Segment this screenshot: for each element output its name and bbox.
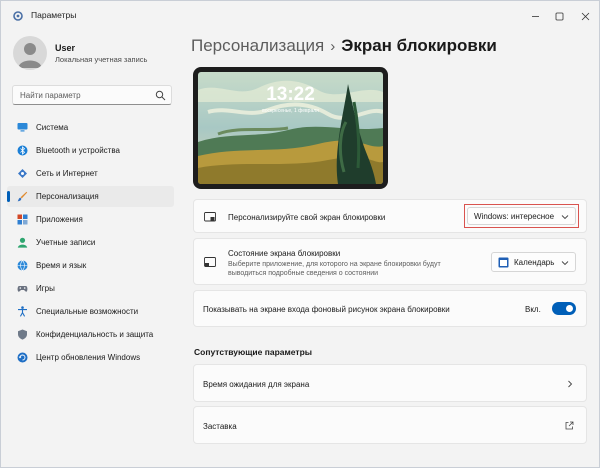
lock-screen-status-label: Состояние экрана блокировки	[228, 249, 341, 258]
breadcrumb: Персонализация › Экран блокировки	[191, 36, 497, 56]
sidebar-item-label: Приложения	[36, 215, 83, 224]
title-bar: Параметры	[1, 1, 599, 31]
calendar-icon	[498, 257, 509, 268]
sidebar-item-system[interactable]: Система	[7, 117, 174, 138]
screen-timeout-label: Время ожидания для экрана	[203, 380, 310, 389]
sidebar-item-label: Персонализация	[36, 192, 99, 201]
settings-window: Параметры User Локальная учетная запись …	[0, 0, 600, 468]
person-icon	[17, 237, 28, 248]
sidebar-item-windows-update[interactable]: Центр обновления Windows	[7, 347, 174, 368]
sidebar-item-label: Система	[36, 123, 69, 132]
search-placeholder: Найти параметр	[20, 91, 81, 100]
chevron-right-icon	[568, 380, 573, 388]
sidebar-item-bluetooth[interactable]: Bluetooth и устройства	[7, 140, 174, 161]
signin-background-label: Показывать на экране входа фоновый рисун…	[203, 305, 450, 314]
status-app-value: Календарь	[514, 258, 555, 267]
avatar[interactable]	[13, 36, 47, 70]
sidebar-item-label: Специальные возможности	[36, 307, 139, 316]
user-avatar-icon	[18, 43, 42, 68]
user-name: User	[55, 43, 76, 53]
external-link-icon	[565, 421, 574, 430]
signin-background-toggle[interactable]	[552, 302, 576, 315]
sidebar-item-label: Время и язык	[36, 261, 87, 270]
settings-app-icon	[13, 11, 23, 21]
account-type: Локальная учетная запись	[55, 55, 148, 64]
globe-clock-icon	[17, 260, 28, 271]
sidebar-item-label: Центр обновления Windows	[36, 353, 141, 362]
sidebar-item-gaming[interactable]: Игры	[7, 278, 174, 299]
lock-screen-preview: 13:22 воскресенье, 1 февраля	[193, 67, 388, 189]
close-icon	[581, 12, 589, 20]
personalize-lock-screen-label: Персонализируйте свой экран блокировки	[228, 213, 386, 222]
lock-screen-wallpaper: 13:22 воскресенье, 1 февраля	[198, 72, 383, 184]
update-icon	[17, 352, 28, 363]
monitor-icon	[17, 123, 28, 132]
lock-screen-date: воскресенье, 1 февраля	[262, 108, 319, 114]
screensaver-label: Заставка	[203, 422, 237, 431]
related-settings-title: Сопутствующие параметры	[194, 347, 313, 357]
sidebar-item-label: Учетные записи	[36, 238, 96, 247]
sidebar-item-label: Конфиденциальность и защита	[36, 330, 154, 339]
page-title: Экран блокировки	[341, 36, 497, 55]
sidebar-item-accounts[interactable]: Учетные записи	[7, 232, 174, 253]
sidebar-item-personalization[interactable]: Персонализация	[7, 186, 174, 207]
sidebar-item-accessibility[interactable]: Специальные возможности	[7, 301, 174, 322]
window-title: Параметры	[31, 10, 77, 20]
signin-background-state: Вкл.	[525, 305, 541, 314]
status-app-dropdown[interactable]: Календарь	[491, 252, 576, 272]
toggle-knob	[566, 305, 573, 312]
screensaver-link[interactable]: Заставка	[193, 406, 587, 444]
sidebar-item-label: Игры	[36, 284, 55, 293]
brush-icon	[17, 191, 28, 202]
breadcrumb-parent[interactable]: Персонализация	[191, 36, 324, 55]
apps-icon	[17, 214, 28, 225]
accessibility-icon	[18, 306, 27, 317]
sidebar-item-label: Сеть и Интернет	[36, 169, 98, 178]
shield-icon	[18, 329, 27, 340]
bluetooth-icon	[17, 145, 28, 156]
active-indicator	[7, 191, 10, 202]
search-input[interactable]: Найти параметр	[12, 85, 172, 105]
lock-screen-icon	[204, 212, 216, 222]
search-icon[interactable]	[155, 90, 166, 101]
sidebar-item-network[interactable]: Сеть и Интернет	[7, 163, 174, 184]
breadcrumb-separator: ›	[330, 38, 336, 55]
sidebar-item-privacy[interactable]: Конфиденциальность и защита	[7, 324, 174, 345]
chevron-down-icon	[561, 261, 569, 266]
network-icon	[18, 169, 27, 178]
lock-screen-status-description: Выберите приложение, для которого на экр…	[228, 261, 441, 277]
screen-timeout-link[interactable]: Время ожидания для экрана	[193, 364, 587, 402]
sidebar-item-time-language[interactable]: Время и язык	[7, 255, 174, 276]
sidebar-item-apps[interactable]: Приложения	[7, 209, 174, 230]
gamepad-icon	[17, 286, 28, 292]
dropdown-highlight-frame	[464, 204, 579, 228]
sidebar-item-label: Bluetooth и устройства	[36, 146, 120, 155]
status-icon	[204, 257, 216, 267]
close-button[interactable]	[563, 1, 599, 31]
lock-screen-time: 13:22	[266, 84, 315, 105]
